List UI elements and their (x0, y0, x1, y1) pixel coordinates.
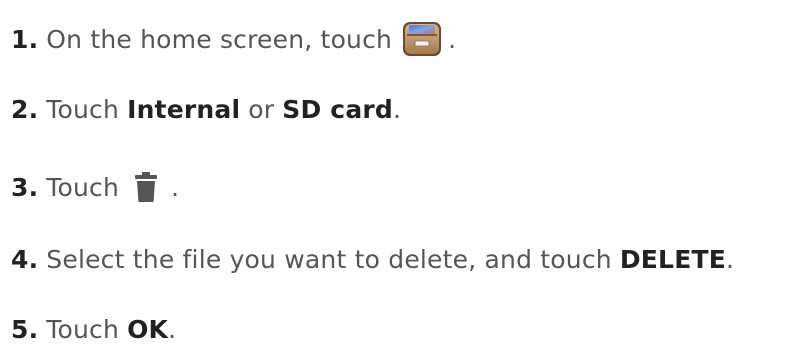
delete-button-label: DELETE (619, 244, 726, 274)
trash-icon (135, 172, 158, 202)
step-text: Touch (46, 314, 120, 344)
file-manager-icon (402, 21, 442, 57)
step-text-end: . (171, 172, 180, 202)
sd-card-option-label: SD card (282, 94, 394, 124)
step-3: 3. Touch . (11, 167, 179, 207)
step-text-end: . (393, 94, 402, 124)
step-text: Touch (46, 94, 120, 124)
instruction-steps: 1. On the home screen, touch . 2. Touch … (11, 0, 791, 347)
step-text-end: . (726, 244, 735, 274)
step-4: 4. Select the file you want to delete, a… (11, 239, 734, 279)
step-text: Touch (46, 172, 120, 202)
step-text: Select the file you want to delete, and … (46, 244, 612, 274)
step-1: 1. On the home screen, touch . (11, 19, 456, 59)
step-number: 5. (11, 314, 39, 344)
step-number: 2. (11, 94, 39, 124)
step-5: 5. Touch OK . (11, 309, 176, 349)
file-manager-icon-graphic (403, 22, 442, 56)
step-2: 2. Touch Internal or SD card . (11, 89, 401, 129)
step-number: 3. (11, 172, 39, 202)
step-number: 1. (11, 24, 39, 54)
step-number: 4. (11, 244, 39, 274)
step-text-middle: or (248, 94, 275, 124)
internal-option-label: Internal (127, 94, 241, 124)
ok-button-label: OK (127, 314, 169, 344)
step-text: On the home screen, touch (46, 24, 393, 54)
step-text-end: . (168, 314, 177, 344)
trash-icon-graphic (135, 172, 158, 202)
step-text-end: . (448, 24, 457, 54)
